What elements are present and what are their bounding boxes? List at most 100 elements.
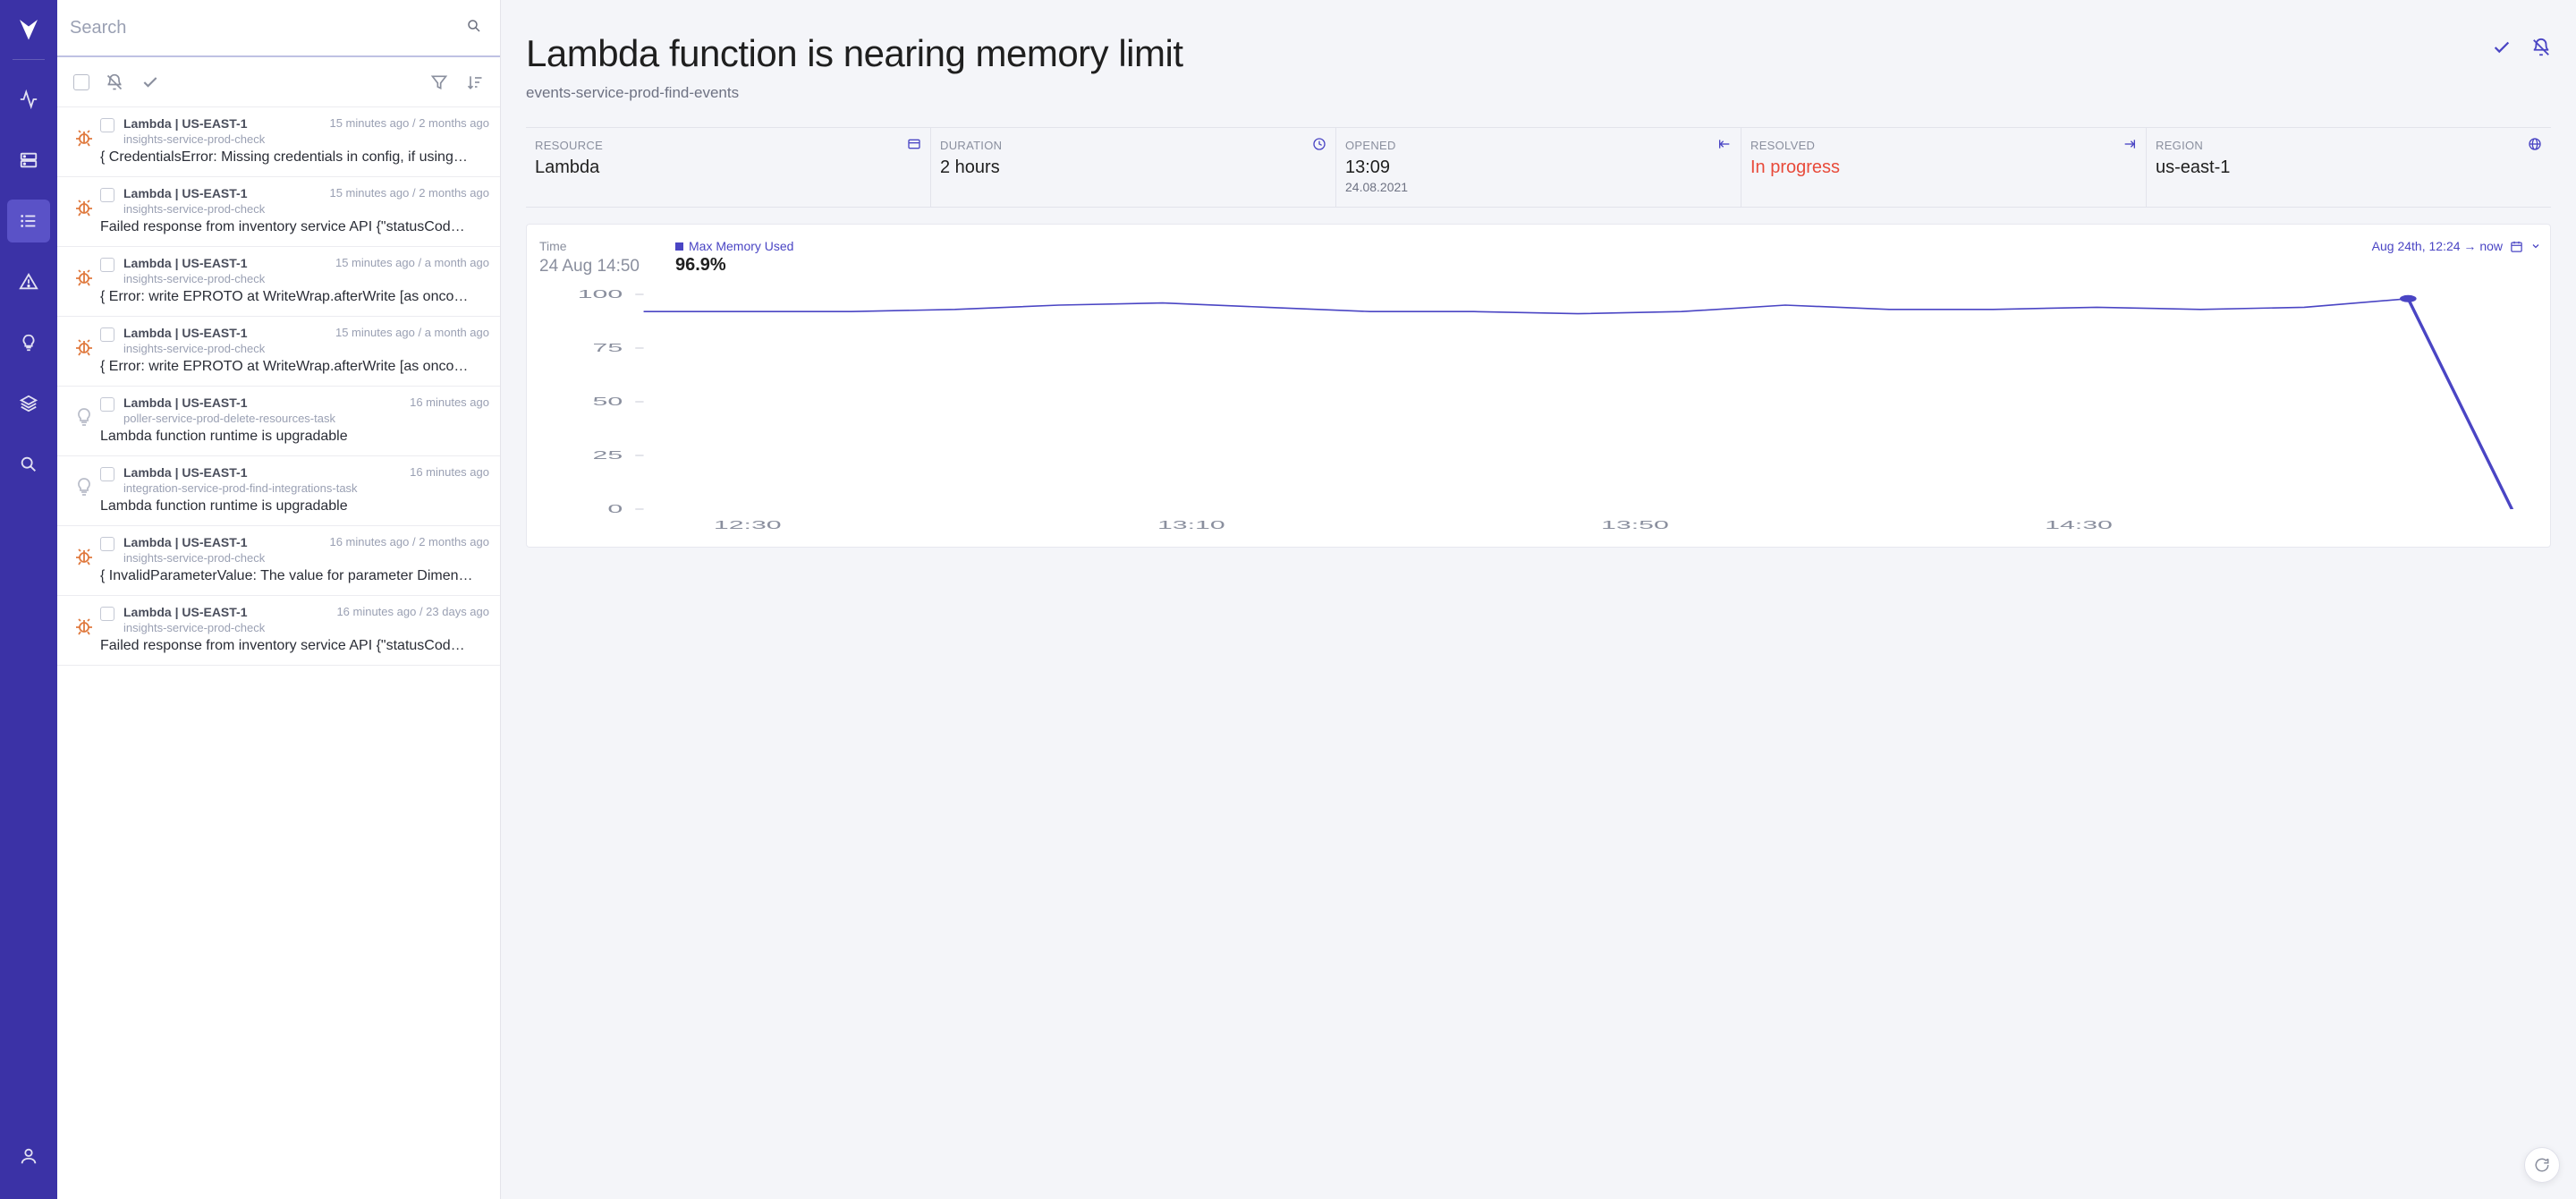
- issue-time: 16 minutes ago / 23 days ago: [336, 605, 489, 618]
- issue-title: Lambda function runtime is upgradable: [100, 498, 489, 514]
- chart-range-picker[interactable]: Aug 24th, 12:24 → now: [2372, 239, 2541, 253]
- detail-actions: [2492, 32, 2551, 62]
- issues-list: Lambda | US-EAST-1 insights-service-prod-…: [57, 107, 500, 1199]
- issue-row[interactable]: Lambda | US-EAST-1poller-service-prod-de…: [57, 387, 500, 456]
- svg-text:25: 25: [593, 448, 623, 461]
- chart-current-value: 96.9%: [675, 255, 793, 276]
- issue-service: insights-service-prod-check: [123, 202, 322, 216]
- nav-resources[interactable]: [7, 139, 50, 182]
- chart-range-label: Aug 24th, 12:24 → now: [2372, 239, 2503, 253]
- bug-icon: [68, 605, 100, 654]
- issue-service: insights-service-prod-check: [123, 132, 322, 146]
- resolved-icon: [2123, 137, 2137, 156]
- nav-rail: [0, 0, 57, 1199]
- issue-time: 16 minutes ago: [410, 465, 489, 479]
- issue-row[interactable]: Lambda | US-EAST-1 insights-service-prod-…: [57, 317, 500, 387]
- issue-service: insights-service-prod-check: [123, 272, 328, 285]
- lightbulb-icon: [68, 395, 100, 445]
- nav-insights[interactable]: [7, 321, 50, 364]
- issue-title: Failed response from inventory service A…: [100, 638, 489, 654]
- chart-svg[interactable]: 025507510012:3013:1013:5014:30: [539, 285, 2541, 536]
- issue-checkbox[interactable]: [100, 327, 114, 342]
- nav-activity[interactable]: [7, 78, 50, 121]
- info-value: 2 hours: [940, 157, 1326, 178]
- issue-row[interactable]: Lambda | US-EAST-1 insights-service-prod-…: [57, 247, 500, 317]
- search-input[interactable]: [70, 18, 466, 38]
- issue-service: insights-service-prod-check: [123, 621, 329, 634]
- info-label: RESOURCE: [535, 139, 921, 152]
- info-value: us-east-1: [2156, 157, 2542, 178]
- legend-swatch: [675, 242, 683, 251]
- filter-icon[interactable]: [430, 73, 448, 91]
- search-icon[interactable]: [466, 18, 482, 38]
- detail-subtitle: events-service-prod-find-events: [526, 84, 2492, 102]
- brand-logo[interactable]: [13, 13, 45, 45]
- nav-issues[interactable]: [7, 200, 50, 242]
- detail-title: Lambda function is nearing memory limit: [526, 32, 2492, 75]
- info-label: OPENED: [1345, 139, 1732, 152]
- info-value: In progress: [1750, 157, 2137, 178]
- nav-stacks[interactable]: [7, 382, 50, 425]
- legend-label: Max Memory Used: [689, 239, 793, 253]
- mute-icon[interactable]: [106, 73, 123, 91]
- issue-row[interactable]: Lambda | US-EAST-1insights-service-prod-…: [57, 107, 500, 177]
- chart-body: 025507510012:3013:1013:5014:30: [539, 285, 2541, 536]
- issue-title: { InvalidParameterValue: The value for p…: [100, 568, 489, 584]
- issue-checkbox[interactable]: [100, 188, 114, 202]
- svg-text:12:30: 12:30: [714, 518, 782, 531]
- issue-title: Lambda function runtime is upgradable: [100, 429, 489, 445]
- select-all-checkbox[interactable]: [73, 74, 89, 90]
- issue-row[interactable]: Lambda | US-EAST-1insights-service-prod-…: [57, 526, 500, 596]
- mute-action-icon[interactable]: [2531, 38, 2551, 62]
- issue-service: insights-service-prod-check: [123, 551, 322, 565]
- issue-checkbox[interactable]: [100, 467, 114, 481]
- list-toolbar: [57, 57, 500, 107]
- issue-time: 15 minutes ago / a month ago: [335, 326, 489, 339]
- info-label: DURATION: [940, 139, 1326, 152]
- svg-text:100: 100: [578, 287, 623, 300]
- issue-checkbox[interactable]: [100, 397, 114, 412]
- issue-meta: Lambda | US-EAST-1: [123, 326, 328, 340]
- issue-service: insights-service-prod-check: [123, 342, 328, 355]
- issue-row[interactable]: Lambda | US-EAST-1integration-service-pr…: [57, 456, 500, 526]
- bug-icon: [68, 186, 100, 235]
- bug-icon: [68, 535, 100, 584]
- issue-meta: Lambda | US-EAST-1: [123, 256, 328, 270]
- info-strip: RESOURCE Lambda DURATION 2 hours OPENED …: [526, 127, 2551, 208]
- globe-icon: [2528, 137, 2542, 156]
- issue-meta: Lambda | US-EAST-1: [123, 395, 402, 410]
- clock-icon: [1312, 137, 1326, 156]
- info-value: Lambda: [535, 157, 921, 178]
- issue-service: integration-service-prod-find-integratio…: [123, 481, 402, 495]
- help-bubble[interactable]: [2524, 1147, 2560, 1183]
- issue-checkbox[interactable]: [100, 537, 114, 551]
- issue-time: 15 minutes ago / 2 months ago: [329, 186, 489, 200]
- issue-row[interactable]: Lambda | US-EAST-1 insights-service-prod-…: [57, 596, 500, 666]
- issue-title: { Error: write EPROTO at WriteWrap.after…: [100, 289, 489, 305]
- chart-time-value: 24 Aug 14:50: [539, 257, 640, 276]
- issue-checkbox[interactable]: [100, 258, 114, 272]
- bug-icon: [68, 326, 100, 375]
- opened-icon: [1717, 137, 1732, 156]
- chart-card: Time 24 Aug 14:50 Max Memory Used 96.9% …: [526, 224, 2551, 548]
- issue-meta: Lambda | US-EAST-1: [123, 186, 322, 200]
- resolve-action-icon[interactable]: [2492, 38, 2512, 62]
- resolve-icon[interactable]: [141, 73, 159, 91]
- issue-time: 15 minutes ago / 2 months ago: [329, 116, 489, 130]
- nav-search[interactable]: [7, 443, 50, 486]
- resource-icon: [907, 137, 921, 156]
- issue-row[interactable]: Lambda | US-EAST-1 insights-service-prod-…: [57, 177, 500, 247]
- nav-divider: [13, 59, 45, 60]
- bug-icon: [68, 116, 100, 166]
- issue-time: 16 minutes ago: [410, 395, 489, 409]
- bug-icon: [68, 256, 100, 305]
- info-label: REGION: [2156, 139, 2542, 152]
- sort-icon[interactable]: [466, 73, 484, 91]
- info-sub: 24.08.2021: [1345, 180, 1732, 194]
- issue-checkbox[interactable]: [100, 607, 114, 621]
- nav-account[interactable]: [7, 1135, 50, 1178]
- issue-title: { CredentialsError: Missing credentials …: [100, 149, 489, 166]
- nav-alerts[interactable]: [7, 260, 50, 303]
- issue-meta: Lambda | US-EAST-1: [123, 605, 329, 619]
- issue-checkbox[interactable]: [100, 118, 114, 132]
